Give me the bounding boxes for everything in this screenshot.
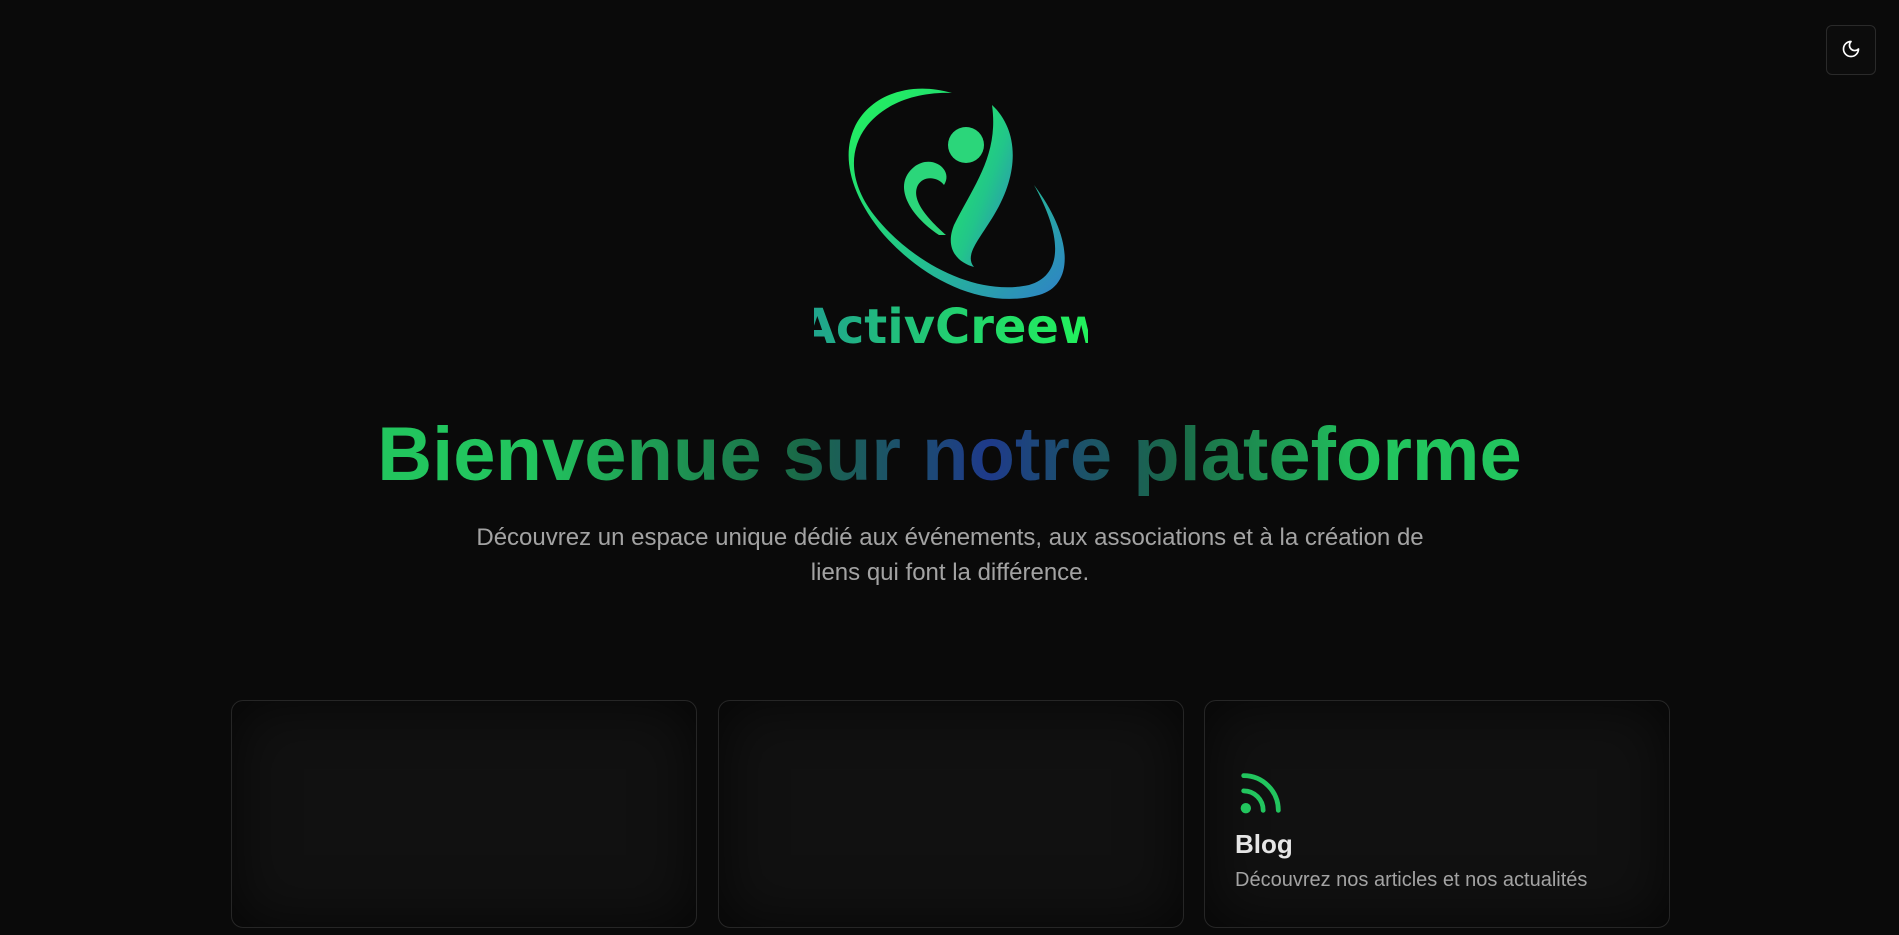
feature-card[interactable] <box>718 700 1184 928</box>
rss-icon <box>1235 767 1287 819</box>
card-title: Blog <box>1235 829 1293 859</box>
landing-page: ActivCreew Bienvenue sur notre plateform… <box>0 0 1899 935</box>
activcreew-logo: ActivCreew <box>799 85 1103 355</box>
card-description: Découvrez nos articles et nos actualités <box>1235 869 1588 891</box>
moon-icon <box>1841 39 1861 62</box>
hero-title: Bienvenue sur notre plateforme <box>0 410 1899 500</box>
theme-toggle-button[interactable] <box>1826 25 1876 75</box>
logo-wordmark: ActivCreew <box>814 299 1088 355</box>
hero-subtitle: Découvrez un espace unique dédié aux évé… <box>476 524 1424 586</box>
feature-card[interactable] <box>231 700 697 928</box>
blog-card[interactable]: Blog Découvrez nos articles et nos actua… <box>1204 700 1670 928</box>
